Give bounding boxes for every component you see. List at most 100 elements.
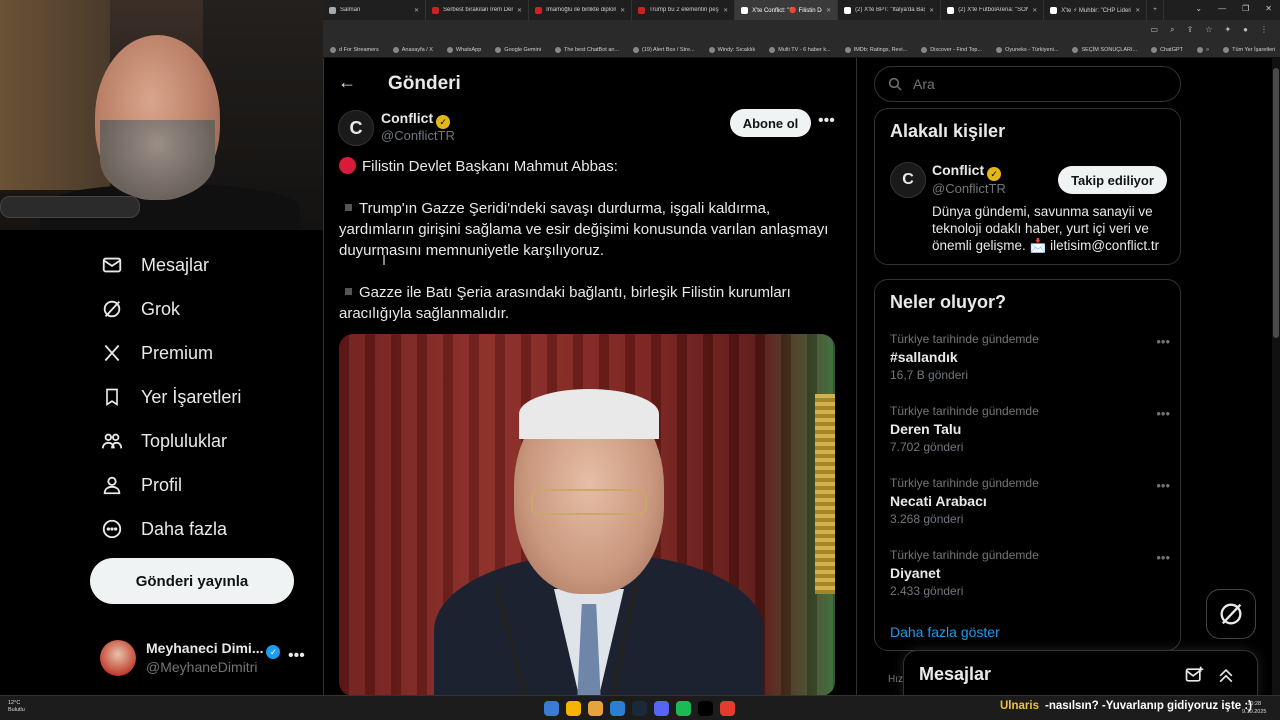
expand-up-icon[interactable]: [1216, 665, 1236, 685]
taskbar-app-icon[interactable]: [632, 701, 647, 716]
messages-drawer[interactable]: Mesajlar: [903, 650, 1258, 700]
bookmark-item[interactable]: Anasayfa / X: [386, 46, 440, 53]
menu-icon[interactable]: ⋮: [1260, 25, 1268, 35]
bookmark-item[interactable]: Discover - Find Top...: [914, 46, 989, 53]
bookmark-item[interactable]: WhatsApp: [440, 46, 488, 53]
share-icon[interactable]: ⇪: [1187, 25, 1194, 35]
author-avatar[interactable]: C: [338, 110, 374, 146]
browser-tab[interactable]: (2) X'te BPT: "İtalya'da Başbak ✕: [838, 0, 942, 20]
profile-icon[interactable]: ●: [1243, 25, 1248, 35]
tab-close-icon[interactable]: ✕: [620, 7, 625, 14]
browser-tab[interactable]: X'te ⚡ Muhbir: "CHP Lideri Ö ✕: [1044, 0, 1148, 20]
tab-close-icon[interactable]: ✕: [826, 7, 831, 14]
close-window-icon[interactable]: ✕: [1265, 4, 1272, 13]
browser-tab[interactable]: X'te Conflict: "🔴 Filistin Devl ✕: [735, 0, 839, 20]
following-button[interactable]: Takip ediliyor: [1058, 166, 1167, 194]
trend-item[interactable]: Türkiye tarihinde gündemde #sallandık 16…: [890, 332, 1175, 392]
browser-tab[interactable]: Trump bu 2 elementin peşinde ✕: [632, 0, 736, 20]
tab-close-icon[interactable]: ✕: [517, 7, 522, 14]
trend-more-icon[interactable]: •••: [1156, 550, 1170, 565]
account-more-icon[interactable]: •••: [288, 647, 305, 665]
tab-close-icon[interactable]: ✕: [1032, 7, 1037, 14]
trend-item[interactable]: Türkiye tarihinde gündemde Necati Arabac…: [890, 476, 1175, 536]
bookmark-label: Multi TV - 6 haber k...: [778, 46, 831, 53]
search-box[interactable]: [874, 66, 1181, 102]
bookmark-item[interactable]: Oyuneks - Türkiyeni...: [989, 46, 1065, 53]
bookmark-item[interactable]: Windy: Sıcaklık: [702, 46, 763, 53]
weather-widget[interactable]: 12°C Bulutlu: [8, 700, 25, 714]
tab-close-icon[interactable]: ✕: [1135, 7, 1140, 14]
browser-tab[interactable]: Serbest bırakılan İrem Derici, ✕: [426, 0, 530, 20]
sidebar-item-grok[interactable]: Grok: [100, 289, 180, 329]
author-handle[interactable]: @ConflictTR: [381, 128, 455, 143]
new-tab-button[interactable]: +: [1147, 0, 1164, 20]
maximize-icon[interactable]: ❐: [1242, 4, 1249, 13]
author-name[interactable]: Conflict ✓: [381, 110, 451, 129]
clock[interactable]: 10:28 9.10.2025: [1242, 700, 1266, 716]
sidebar-item-profile[interactable]: Profil: [100, 465, 182, 505]
sidebar-item-messages[interactable]: Mesajlar: [100, 245, 209, 285]
grok-fab-button[interactable]: [1206, 589, 1256, 639]
browser-tab[interactable]: Salman ✕: [323, 0, 427, 20]
install-icon[interactable]: ▭: [1151, 25, 1159, 35]
bookmark-item[interactable]: ChatGPT: [1144, 46, 1190, 53]
bookmark-item[interactable]: (19) Alert Box / Stre...: [626, 46, 702, 53]
trend-item[interactable]: Türkiye tarihinde gündemde Deren Talu 7.…: [890, 404, 1175, 464]
sidebar-item-more[interactable]: Daha fazla: [100, 509, 227, 549]
tab-search-icon[interactable]: ⌄: [1195, 4, 1202, 13]
bookmark-item[interactable]: Multi TV - 6 haber k...: [762, 46, 837, 53]
bookmark-favicon-icon: [392, 46, 399, 53]
minimize-icon[interactable]: —: [1218, 4, 1226, 13]
more-options-icon[interactable]: •••: [818, 112, 835, 130]
taskbar-app-icon[interactable]: [720, 701, 735, 716]
tab-close-icon[interactable]: ✕: [723, 7, 728, 14]
extensions-icon[interactable]: ✦: [1224, 25, 1231, 35]
bookmark-item[interactable]: d For Streamers: [323, 46, 386, 53]
show-more-link[interactable]: Daha fazla göster: [890, 624, 1000, 640]
bookmark-item[interactable]: SEÇİM SONUÇLARI...: [1065, 46, 1144, 53]
taskbar-app-icon[interactable]: [610, 701, 625, 716]
tab-title: (2) X'te FutbolArena: "SON D: [958, 7, 1028, 13]
related-name[interactable]: Conflict ✓: [932, 162, 1002, 181]
bookmark-item[interactable]: Google Gemini: [488, 46, 548, 53]
tab-close-icon[interactable]: ✕: [929, 7, 934, 14]
taskbar-app-icon[interactable]: [544, 701, 559, 716]
taskbar-app-icon[interactable]: [654, 701, 669, 716]
bookmark-label: Google Gemini: [504, 46, 541, 53]
tweet-image[interactable]: [339, 334, 835, 695]
address-bar[interactable]: ▭ ⌕ ⇪ ☆ ✦ ● ⋮: [323, 20, 1280, 42]
trend-more-icon[interactable]: •••: [1156, 334, 1170, 349]
subscribe-button[interactable]: Abone ol: [730, 109, 811, 137]
scrollbar[interactable]: [1272, 58, 1280, 695]
tab-close-icon[interactable]: ✕: [414, 7, 419, 14]
taskbar-app-icon[interactable]: [588, 701, 603, 716]
post-button[interactable]: Gönderi yayınla: [90, 558, 294, 604]
bookmark-item[interactable]: Tüm Yer İşaretleri: [1216, 46, 1280, 53]
bookmark-item[interactable]: The best ChatBot an...: [548, 46, 626, 53]
trend-more-icon[interactable]: •••: [1156, 478, 1170, 493]
browser-tab[interactable]: (2) X'te FutbolArena: "SON D ✕: [941, 0, 1045, 20]
trend-count: 3.268 gönderi: [890, 512, 964, 526]
taskbar-app-icon[interactable]: [566, 701, 581, 716]
star-icon[interactable]: ☆: [1205, 25, 1212, 35]
zoom-icon[interactable]: ⌕: [1170, 25, 1174, 35]
taskbar-app-icon[interactable]: [676, 701, 691, 716]
taskbar-app-icon[interactable]: [698, 701, 713, 716]
sidebar-item-bookmarks[interactable]: Yer İşaretleri: [100, 377, 241, 417]
search-input[interactable]: [913, 76, 1153, 92]
more-circle-icon: [100, 517, 124, 541]
related-avatar[interactable]: C: [890, 162, 926, 198]
trend-more-icon[interactable]: •••: [1156, 406, 1170, 421]
browser-tab[interactable]: İmamoğlu ile birlikte diploma ✕: [529, 0, 633, 20]
account-switcher[interactable]: Meyhaneci Dimi... ✓ @MeyhaneDimitri •••: [100, 635, 315, 685]
trend-item[interactable]: Türkiye tarihinde gündemde Diyanet 2.433…: [890, 548, 1175, 608]
sidebar-item-communities[interactable]: Topluluklar: [100, 421, 227, 461]
new-message-icon[interactable]: [1184, 665, 1204, 685]
trend-count: 7.702 gönderi: [890, 440, 964, 454]
sidebar-item-label: Daha fazla: [141, 518, 228, 539]
bookmark-item[interactable]: »: [1190, 46, 1216, 53]
related-handle[interactable]: @ConflictTR: [932, 181, 1006, 196]
bookmark-item[interactable]: IMDb: Ratings, Revi...: [838, 46, 915, 53]
sidebar-item-premium[interactable]: Premium: [100, 333, 213, 373]
back-arrow-icon[interactable]: ←: [338, 72, 356, 93]
